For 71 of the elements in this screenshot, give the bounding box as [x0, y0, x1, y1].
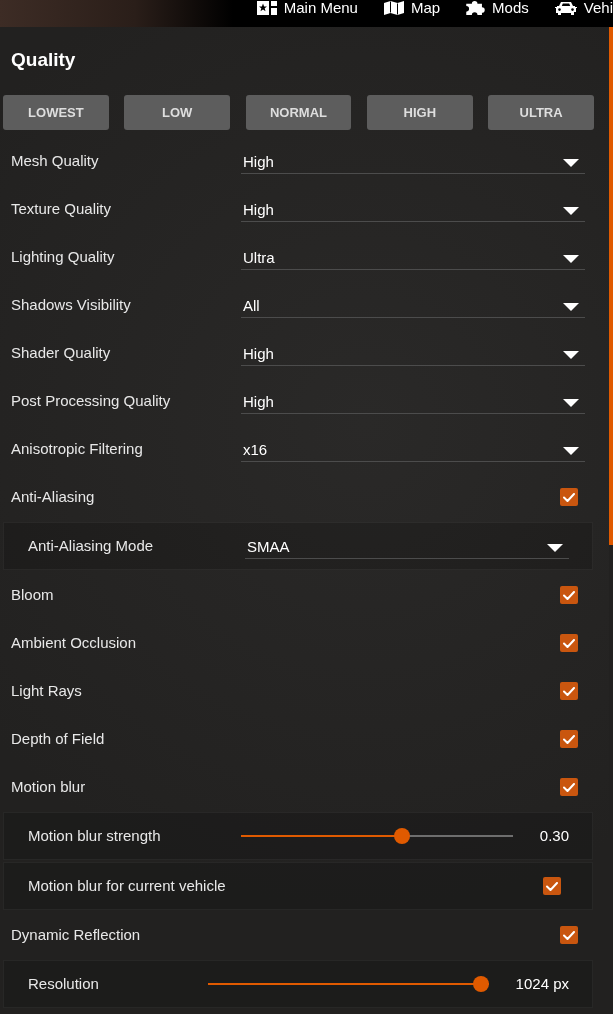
caret-icon: [563, 350, 579, 359]
setting-label: Bloom: [11, 585, 55, 605]
checkbox[interactable]: [543, 877, 561, 895]
dropdown[interactable]: All: [241, 292, 585, 318]
setting-label: Lighting Quality: [11, 247, 116, 267]
setting-label: Anisotropic Filtering: [11, 439, 144, 459]
dropdown[interactable]: Ultra: [241, 244, 585, 270]
setting-label: Light Rays: [11, 681, 83, 701]
checkbox[interactable]: [560, 586, 578, 604]
checkbox[interactable]: [560, 634, 578, 652]
check-icon: [563, 492, 575, 502]
setting-label: Anti-Aliasing Mode: [28, 536, 155, 556]
checkbox[interactable]: [560, 926, 578, 944]
caret-icon: [563, 158, 579, 167]
checkbox[interactable]: [560, 730, 578, 748]
caret-icon: [563, 302, 579, 311]
check-icon: [563, 590, 575, 600]
setting-label: Motion blur for current vehicle: [28, 876, 227, 896]
caret-icon: [563, 398, 579, 407]
scrollbar-thumb[interactable]: [609, 27, 613, 545]
dropdown[interactable]: High: [241, 388, 585, 414]
nav-button[interactable]: Map: [383, 0, 441, 15]
dropdown[interactable]: High: [241, 148, 585, 174]
checkbox[interactable]: [560, 488, 578, 506]
setting-label: Motion blur: [11, 777, 87, 797]
checkbox[interactable]: [560, 682, 578, 700]
caret-icon: [563, 254, 579, 263]
setting-label: Mesh Quality: [11, 151, 100, 171]
nav-button[interactable]: Mods: [466, 0, 529, 15]
puzzle-piece-icon: [466, 0, 486, 15]
slider-track[interactable]: [240, 828, 513, 844]
dropdown[interactable]: High: [241, 340, 585, 366]
slider-thumb[interactable]: [472, 976, 489, 992]
slider-thumb[interactable]: [394, 828, 411, 844]
checkbox[interactable]: [560, 778, 578, 796]
setting-label: Post Processing Quality: [11, 391, 172, 411]
slider-value: 0.30: [539, 826, 569, 846]
preset-button[interactable]: NORMAL: [245, 95, 352, 130]
star-tile-icon: [256, 0, 277, 15]
car-icon: [554, 0, 577, 15]
check-icon: [563, 686, 575, 696]
dropdown[interactable]: High: [241, 196, 585, 222]
preset-button[interactable]: LOWEST: [3, 95, 109, 130]
section-title: Quality: [11, 48, 76, 72]
check-icon: [563, 638, 575, 648]
check-icon: [563, 782, 575, 792]
preset-button[interactable]: LOW: [124, 95, 231, 130]
nav-button[interactable]: Vehi: [554, 0, 613, 15]
check-icon: [563, 930, 575, 940]
check-icon: [563, 734, 575, 744]
setting-label: Ambient Occlusion: [11, 633, 138, 653]
preset-button[interactable]: HIGH: [366, 95, 473, 130]
caret-icon: [547, 543, 563, 552]
check-icon: [546, 881, 558, 891]
setting-label: Resolution: [28, 974, 100, 994]
nav-button[interactable]: Main Menu: [256, 0, 358, 15]
dropdown[interactable]: x16: [241, 436, 585, 462]
preset-button[interactable]: ULTRA: [488, 95, 594, 130]
slider-value: 1024 px: [515, 974, 569, 994]
setting-label: Texture Quality: [11, 199, 113, 219]
setting-label: Depth of Field: [11, 729, 106, 749]
setting-label: Motion blur strength: [28, 826, 161, 846]
caret-icon: [563, 206, 579, 215]
dropdown[interactable]: SMAA: [245, 533, 569, 559]
caret-icon: [563, 446, 579, 455]
setting-label: Anti-Aliasing: [11, 487, 96, 507]
setting-label: Shadows Visibility: [11, 295, 132, 315]
map-icon: [383, 0, 404, 15]
setting-label: Dynamic Reflection: [11, 925, 142, 945]
setting-label: Shader Quality: [11, 343, 112, 363]
slider-track[interactable]: [208, 976, 489, 992]
